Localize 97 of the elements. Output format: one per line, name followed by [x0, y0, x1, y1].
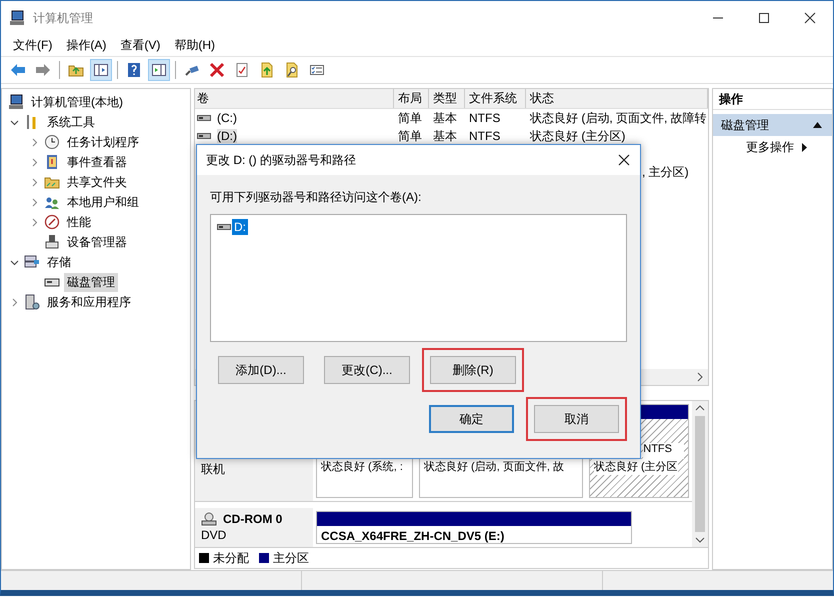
partition-filesystem: NTFS — [643, 443, 684, 459]
expanded-chevron-icon[interactable] — [10, 118, 18, 126]
submenu-arrow-icon — [802, 142, 807, 152]
collapsed-chevron-icon[interactable] — [30, 218, 38, 226]
tree-item[interactable]: 性能 — [64, 212, 94, 232]
section-title: 磁盘管理 — [721, 116, 769, 134]
table-cell: NTFS — [469, 129, 500, 143]
collapse-icon[interactable] — [813, 122, 822, 128]
storage-icon — [24, 254, 40, 270]
table-cell: NTFS — [469, 111, 500, 125]
partition-label: CCSA_X64FRE_ZH-CN_DV5 (E:) — [321, 528, 506, 543]
tree-item[interactable]: 计算机管理(本地) — [28, 92, 126, 112]
drive-icon — [217, 223, 231, 231]
table-cell: (C:) — [217, 111, 237, 125]
list-item[interactable]: D: — [232, 219, 248, 235]
tree-item[interactable]: 本地用户和组 — [64, 192, 142, 212]
checklist-icon[interactable] — [309, 62, 325, 78]
event-log-icon — [44, 154, 60, 170]
table-cell: 状态良好 (启动, 页面文件, 故障转 — [530, 110, 707, 126]
partition-status: 状态良好 (启动, 页面文件, 故 — [424, 460, 565, 475]
dialog-button[interactable]: 取消 — [534, 405, 619, 433]
delete-icon[interactable] — [209, 62, 225, 78]
actions-section[interactable]: 磁盘管理 — [713, 114, 832, 136]
action-pane-icon[interactable] — [151, 62, 167, 78]
close-icon — [804, 12, 816, 24]
disk-status: 联机 — [201, 461, 226, 478]
disk-name: CD-ROM 0 — [223, 512, 282, 526]
tree-item[interactable]: 系统工具 — [44, 112, 98, 132]
collapsed-chevron-icon[interactable] — [10, 298, 18, 306]
menu-item[interactable]: 帮助(H) — [168, 37, 221, 54]
legend-label: 未分配 — [213, 550, 249, 566]
column-header[interactable]: 布局 — [394, 89, 429, 108]
dialog-button[interactable]: 删除(R) — [430, 356, 516, 384]
column-header[interactable]: 文件系统 — [465, 89, 526, 108]
maximize-icon — [758, 12, 770, 24]
collapsed-chevron-icon[interactable] — [30, 198, 38, 206]
scroll-right-icon[interactable] — [696, 372, 704, 382]
vertical-scrollbar[interactable] — [692, 401, 708, 547]
table-cell: 基本 — [433, 128, 457, 144]
tree-item[interactable]: 磁盘管理 — [64, 272, 118, 292]
dialog-button[interactable]: 添加(D)... — [218, 356, 304, 384]
export-file-icon[interactable] — [259, 62, 275, 78]
expanded-chevron-icon[interactable] — [10, 258, 18, 266]
tree-item[interactable]: 服务和应用程序 — [44, 292, 134, 312]
legend-label: 主分区 — [273, 550, 309, 566]
tree-item[interactable]: 任务计划程序 — [64, 132, 142, 152]
back-arrow-icon[interactable] — [10, 62, 26, 78]
table-cell: (D:) — [217, 129, 237, 143]
disk-type: DVD — [201, 528, 228, 542]
menu-item[interactable]: 文件(F) — [7, 37, 58, 54]
tree-item[interactable]: 存储 — [44, 252, 74, 272]
window-title: 计算机管理 — [33, 10, 94, 26]
volume-row[interactable]: (C:) 简单 基本 NTFS 状态良好 (启动, 页面文件, 故障转 — [195, 109, 708, 127]
volume-drive-icon — [197, 114, 211, 122]
table-cell: 简单 — [398, 110, 422, 126]
clock-icon — [44, 134, 60, 150]
collapsed-chevron-icon[interactable] — [30, 158, 38, 166]
collapsed-chevron-icon[interactable] — [30, 138, 38, 146]
menu-item[interactable]: 操作(A) — [60, 37, 112, 54]
partition-status: 状态良好 (系统, : — [321, 460, 404, 475]
partition[interactable]: CCSA_X64FRE_ZH-CN_DV5 (E:) — [316, 510, 632, 544]
scroll-up-icon[interactable] — [695, 404, 705, 412]
dialog-button[interactable]: 更改(C)... — [324, 356, 410, 384]
column-header[interactable]: 卷 — [195, 89, 394, 108]
table-cell: 状态良好 (主分区) — [530, 128, 626, 144]
table-cell: , 主分区) — [642, 164, 689, 180]
volume-drive-icon — [197, 132, 211, 140]
device-icon — [44, 234, 60, 250]
partition-status: 状态良好 (主分区 — [594, 459, 678, 475]
dialog-title: 更改 D: () 的驱动器号和路径 — [206, 152, 356, 168]
scroll-down-icon[interactable] — [695, 536, 705, 544]
table-cell: 简单 — [398, 128, 422, 144]
path-list[interactable]: D: — [210, 214, 627, 342]
forward-arrow-icon[interactable] — [35, 62, 51, 78]
computer-icon — [9, 10, 25, 26]
menu-item[interactable]: 查看(V) — [114, 37, 166, 54]
actions-header: 操作 — [713, 89, 832, 110]
search-icon[interactable] — [284, 62, 300, 78]
tree-item[interactable]: 共享文件夹 — [64, 172, 130, 192]
server-icon — [24, 294, 40, 310]
action-link[interactable]: 更多操作 — [746, 138, 794, 156]
table-cell: 基本 — [433, 110, 457, 126]
performance-icon — [44, 214, 60, 230]
close-icon[interactable] — [618, 154, 630, 166]
document-check-icon[interactable] — [234, 62, 250, 78]
tree-item[interactable]: 设备管理器 — [64, 232, 130, 252]
dialog-prompt: 可用下列驱动器号和路径访问这个卷(A): — [210, 189, 422, 206]
column-header[interactable]: 类型 — [429, 89, 465, 108]
column-header[interactable]: 状态 — [526, 89, 708, 108]
collapsed-chevron-icon[interactable] — [30, 178, 38, 186]
cd-drive-icon — [201, 512, 217, 526]
computer-icon — [8, 94, 24, 110]
dialog-button[interactable]: 确定 — [429, 405, 514, 433]
volume-row[interactable]: (D:) 简单 基本 NTFS 状态良好 (主分区) — [195, 127, 708, 145]
help-icon[interactable] — [126, 62, 142, 78]
tree-pane-icon[interactable] — [93, 62, 109, 78]
tree-item[interactable]: 事件查看器 — [64, 152, 130, 172]
